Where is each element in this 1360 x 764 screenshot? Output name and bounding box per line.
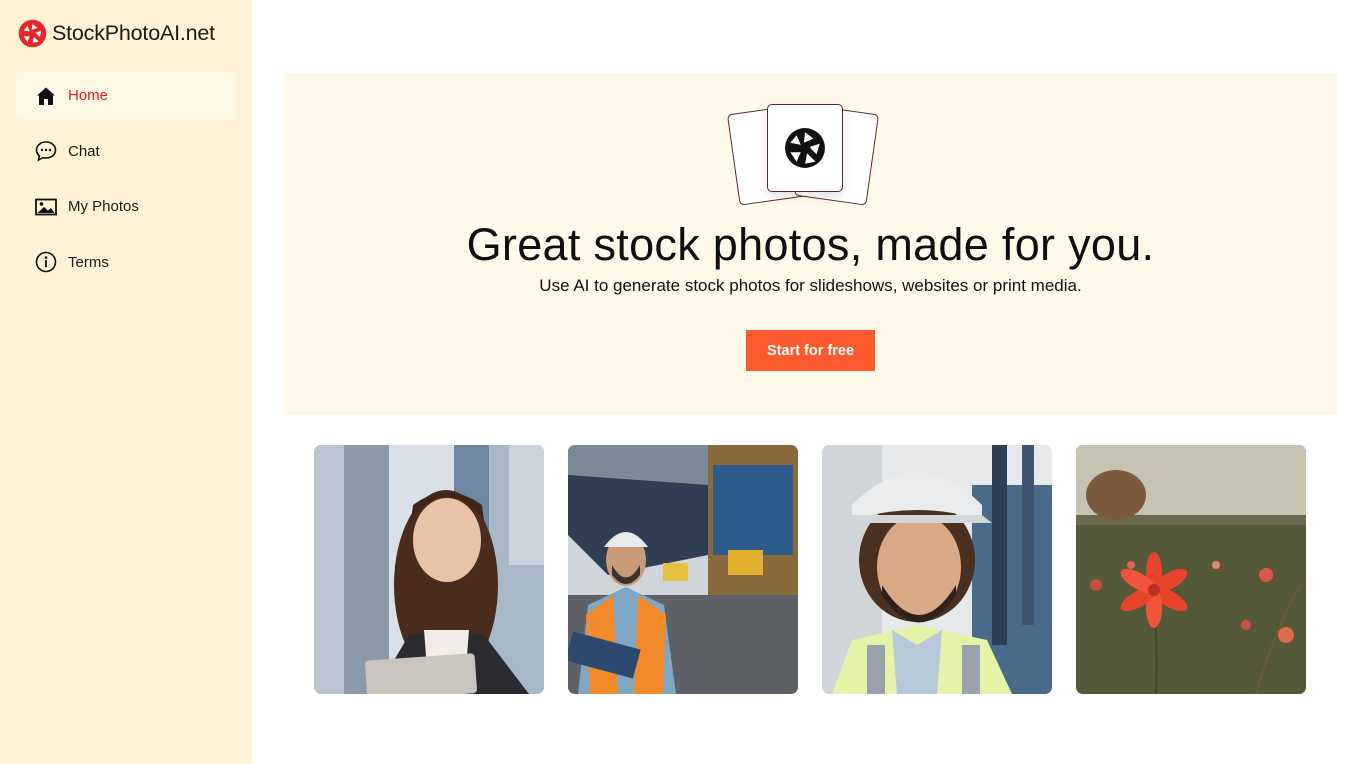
photo-cards-illustration: [726, 99, 880, 211]
sidebar-item-home[interactable]: Home: [16, 72, 236, 119]
brand-name: StockPhotoAI.net: [52, 20, 215, 45]
sidebar-item-label: My Photos: [68, 198, 139, 215]
gallery-photo-red-flower[interactable]: [1076, 445, 1306, 694]
gallery-photo-port-worker[interactable]: [568, 445, 798, 694]
sidebar: StockPhotoAI.net Home Chat My Photos Ter…: [0, 0, 252, 764]
brand[interactable]: StockPhotoAI.net: [18, 18, 215, 48]
sidebar-item-my-photos[interactable]: My Photos: [16, 183, 236, 230]
gallery-photo-engineer[interactable]: [822, 445, 1052, 694]
home-icon: [35, 85, 57, 107]
aperture-logo-icon: [18, 19, 47, 47]
sidebar-item-chat[interactable]: Chat: [16, 128, 236, 175]
start-for-free-button[interactable]: Start for free: [746, 330, 875, 371]
sidebar-item-label: Home: [68, 87, 109, 104]
chat-bubble-icon: [35, 140, 57, 162]
info-circle-icon: [35, 251, 57, 273]
sidebar-item-label: Terms: [68, 253, 109, 271]
image-icon: [35, 196, 57, 218]
sidebar-item-terms[interactable]: Terms: [16, 239, 236, 286]
card-center: [767, 104, 843, 192]
hero-subtitle: Use AI to generate stock photos for slid…: [539, 276, 1082, 295]
hero-banner: Great stock photos, made for you. Use AI…: [284, 73, 1337, 415]
sidebar-item-label: Chat: [68, 142, 100, 160]
hero-title: Great stock photos, made for you.: [466, 219, 1155, 270]
gallery-photo-businesswoman[interactable]: [314, 445, 544, 694]
aperture-icon: [785, 128, 825, 168]
sidebar-nav: Home Chat My Photos Terms: [16, 72, 236, 294]
photo-gallery: [314, 445, 1307, 694]
